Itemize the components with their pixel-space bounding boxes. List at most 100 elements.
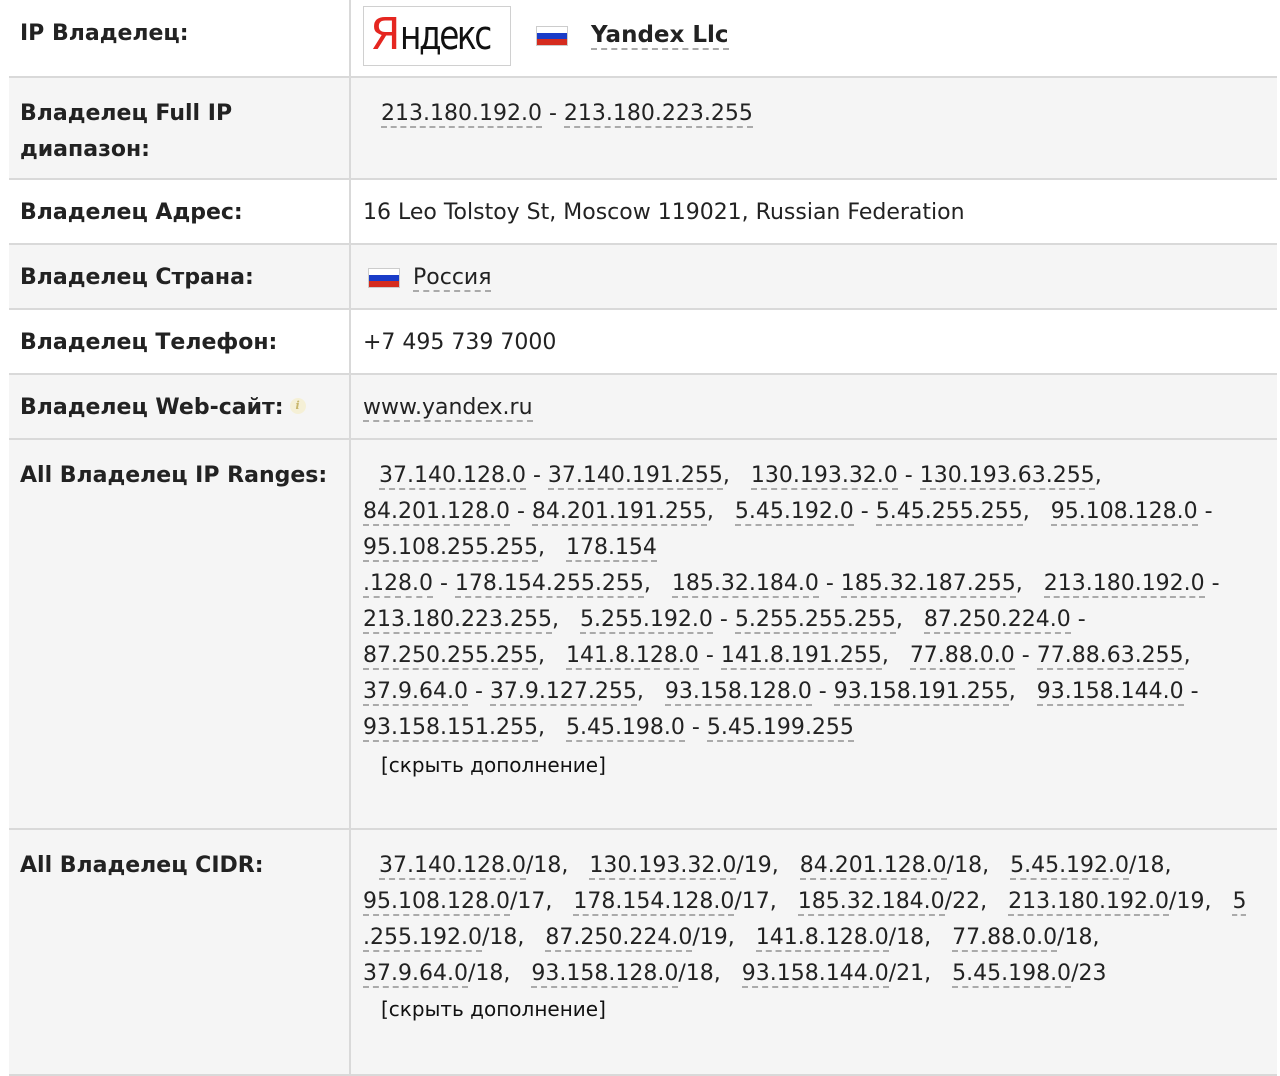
info-icon[interactable]: i — [289, 398, 306, 414]
ip-range-start-link[interactable]: 178.154 — [565, 535, 657, 562]
cidr-link[interactable]: 141.8.128.0 — [755, 925, 889, 952]
ip-range-end-link[interactable]: 84.201.191.255 — [531, 499, 707, 526]
ip-range-start-link[interactable]: 213.180.192.0 — [1043, 571, 1205, 598]
ip-range-start-link[interactable]: 141.8.128.0 — [565, 643, 699, 670]
ip-range-start-link[interactable]: 93.158.144.0 — [1036, 679, 1184, 706]
cidr-suffix: /18 — [1057, 925, 1093, 950]
ip-range-start-link[interactable]: 93.158.128.0 — [664, 679, 812, 706]
cidr-suffix: /18 — [1129, 853, 1165, 878]
cidr-link[interactable]: .255.192.0 — [363, 925, 482, 952]
ip-range-end-link[interactable]: 5.255.255.255 — [734, 607, 896, 634]
cidr-suffix: /21 — [888, 961, 925, 986]
cidr-link[interactable]: 213.180.192.0 — [1008, 889, 1170, 916]
value-ip-owner: Яндекс Yandex Llc — [351, 0, 1277, 76]
ip-range-start-link[interactable]: 185.32.184.0 — [671, 571, 819, 598]
ip-range-start-link[interactable]: 5.45.198.0 — [565, 715, 685, 742]
ip-range-start-link[interactable]: 37.140.128.0 — [379, 463, 526, 490]
cidr-link[interactable]: 93.158.128.0 — [531, 961, 679, 988]
cidr-suffix: /22 — [944, 889, 981, 914]
cidr-suffix: /17 — [734, 889, 770, 914]
logo-letter-ya: Я — [370, 9, 401, 60]
label-cidr: All Владелец CIDR: — [9, 830, 351, 1074]
ip-range-start-link[interactable]: 95.108.128.0 — [1050, 499, 1198, 526]
ip-range-start-link[interactable]: 5.45.192.0 — [734, 499, 854, 526]
range-start-link[interactable]: 213.180.192.0 — [381, 101, 542, 128]
cidr-suffix: /19 — [1169, 889, 1205, 914]
ip-range-start-link[interactable]: 37.9.64.0 — [363, 679, 468, 706]
label-phone: Владелец Телефон: — [9, 310, 351, 373]
label-country-text: Владелец Страна: — [20, 265, 254, 290]
value-address: 16 Leo Tolstoy St, Moscow 119021, Russia… — [351, 180, 1277, 243]
ip-range-end-link[interactable]: 130.193.63.255 — [919, 463, 1095, 490]
cidr-link[interactable]: 185.32.184.0 — [797, 889, 945, 916]
range-end-link[interactable]: 213.180.223.255 — [563, 101, 753, 128]
cidr-suffix: /18 — [946, 853, 983, 878]
ip-range-end-link[interactable]: 141.8.191.255 — [720, 643, 882, 670]
cidr-link[interactable]: 95.108.128.0 — [363, 889, 510, 916]
row-website: Владелец Web-сайт: i www.yandex.ru — [9, 375, 1277, 440]
russia-flag-icon — [537, 27, 567, 45]
cidr-link[interactable]: 37.9.64.0 — [363, 961, 468, 988]
value-cidr: 37.140.128.0/18, 130.193.32.0/19, 84.201… — [351, 830, 1277, 1074]
cidr-link[interactable]: 5 — [1232, 889, 1247, 916]
ip-range-end-link[interactable]: 5.45.255.255 — [875, 499, 1023, 526]
label-website-text: Владелец Web-сайт: — [20, 395, 284, 420]
ip-range-start-link[interactable]: 130.193.32.0 — [750, 463, 898, 490]
label-ip-owner: IP Владелец: — [9, 0, 351, 76]
ip-range-end-link[interactable]: 87.250.255.255 — [363, 643, 538, 670]
ip-range-start-link[interactable]: .128.0 — [363, 571, 433, 598]
row-full-ip-range: Владелец Full IP диапазон: 213.180.192.0 … — [9, 78, 1277, 180]
website-link[interactable]: www.yandex.ru — [363, 395, 533, 422]
ip-range-end-link[interactable]: 5.45.199.255 — [706, 715, 854, 742]
logo-letters: ндекс — [400, 13, 492, 59]
cidr-suffix: /18 — [678, 961, 714, 986]
hide-more-link[interactable]: [скрыть дополнение] — [363, 748, 1267, 782]
cidr-link[interactable]: 5.45.198.0 — [952, 961, 1072, 988]
cidr-link[interactable]: 130.193.32.0 — [589, 853, 737, 880]
ip-range-start-link[interactable]: 77.88.0.0 — [909, 643, 1015, 670]
cidr-suffix: /17 — [509, 889, 546, 914]
ip-owner-table: IP Владелец: Яндекс Yandex Llc Владелец Ful… — [9, 0, 1277, 1076]
cidr-link[interactable]: 93.158.144.0 — [741, 961, 889, 988]
row-country: Владелец Страна: Россия — [9, 245, 1277, 310]
cidr-link[interactable]: 178.154.128.0 — [573, 889, 735, 916]
ip-range-start-link[interactable]: 5.255.192.0 — [579, 607, 713, 634]
yandex-logo[interactable]: Яндекс — [363, 6, 511, 66]
cidr-link[interactable]: 5.45.192.0 — [1010, 853, 1130, 880]
label-full-ip-range: Владелец Full IP диапазон: — [9, 78, 351, 178]
russia-flag-icon — [369, 269, 399, 287]
row-ip-ranges: All Владелец IP Ranges: 37.140.128.0 - 37… — [9, 440, 1277, 830]
country-link[interactable]: Россия — [413, 265, 492, 292]
ip-range-start-link[interactable]: 84.201.128.0 — [363, 499, 510, 526]
cidr-suffix: /23 — [1071, 961, 1107, 986]
ip-range-end-link[interactable]: 37.140.191.255 — [547, 463, 723, 490]
cidr-suffix: /19 — [692, 925, 728, 950]
ip-range-end-link[interactable]: 178.154.255.255 — [454, 571, 644, 598]
ip-range-end-link[interactable]: 185.32.187.255 — [840, 571, 1016, 598]
label-website: Владелец Web-сайт: i — [9, 375, 351, 438]
ip-range-end-link[interactable]: 93.158.191.255 — [833, 679, 1009, 706]
ip-range-end-link[interactable]: 37.9.127.255 — [489, 679, 637, 706]
cidr-suffix: /18 — [467, 961, 504, 986]
value-country: Россия — [351, 245, 1277, 308]
label-address-text: Владелец Адрес: — [20, 200, 243, 225]
cidr-link[interactable]: 37.140.128.0 — [379, 853, 526, 880]
cidr-link[interactable]: 87.250.224.0 — [545, 925, 693, 952]
cidr-link[interactable]: 77.88.0.0 — [952, 925, 1058, 952]
cidr-link[interactable]: 84.201.128.0 — [799, 853, 947, 880]
hide-more-link[interactable]: [скрыть дополнение] — [363, 992, 1267, 1026]
value-full-ip-range: 213.180.192.0 - 213.180.223.255 — [381, 101, 753, 128]
owner-name-link[interactable]: Yandex Llc — [591, 22, 729, 50]
cidr-suffix: /19 — [736, 853, 772, 878]
ip-range-end-link[interactable]: 93.158.151.255 — [363, 715, 538, 742]
cidr-suffix: /18 — [481, 925, 518, 950]
ip-range-start-link[interactable]: 87.250.224.0 — [923, 607, 1071, 634]
ip-range-end-link[interactable]: 77.88.63.255 — [1036, 643, 1184, 670]
label-country: Владелец Страна: — [9, 245, 351, 308]
cidr-suffix: /18 — [888, 925, 925, 950]
label-phone-text: Владелец Телефон: — [20, 330, 278, 355]
row-phone: Владелец Телефон: +7 495 739 7000 — [9, 310, 1277, 375]
ip-range-end-link[interactable]: 213.180.223.255 — [363, 607, 552, 634]
label-address: Владелец Адрес: — [9, 180, 351, 243]
ip-range-end-link[interactable]: 95.108.255.255 — [363, 535, 538, 562]
